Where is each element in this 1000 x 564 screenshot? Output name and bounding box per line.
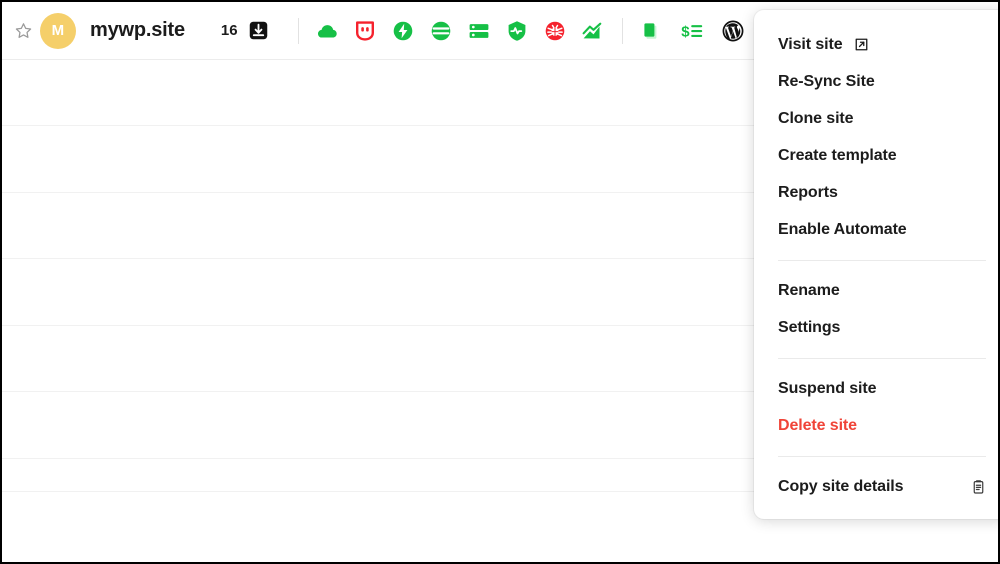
menu-item-clone-site[interactable]: Clone site [754,100,998,137]
cloud-icon[interactable] [315,18,340,43]
wordpress-icon[interactable] [721,18,746,43]
menu-item-rename[interactable]: Rename [754,272,998,309]
menu-item-create-template[interactable]: Create template [754,137,998,174]
menu-separator [778,260,986,261]
heartbeat-shield-icon[interactable] [505,18,530,43]
menu-item-label: Clone site [778,109,854,127]
menu-item-re-sync-site[interactable]: Re-Sync Site [754,63,998,100]
toolbar-divider [297,17,299,44]
menu-item-label: Delete site [778,416,857,434]
service-icon-group [315,18,606,43]
action-icon-group: $ [639,18,746,43]
svg-text:$: $ [681,23,690,40]
menu-item-delete-site[interactable]: Delete site [754,407,998,444]
avatar: M [40,12,76,49]
menu-item-visit-site[interactable]: Visit site [754,26,998,63]
site-context-menu[interactable]: Visit site Re-Sync Site Clone site Creat… [754,10,998,519]
lightning-bolt-circle-icon[interactable] [391,18,416,43]
menu-item-label: Enable Automate [778,220,907,238]
billing-list-icon[interactable]: $ [680,18,705,43]
server-rack-icon[interactable] [467,18,492,43]
menu-item-suspend-site[interactable]: Suspend site [754,370,998,407]
hamburger-circle-icon[interactable] [429,18,454,43]
toolbar-divider [621,17,623,44]
copy-pages-icon[interactable] [639,18,664,43]
shield-hat-icon[interactable] [353,18,378,43]
menu-item-reports[interactable]: Reports [754,174,998,211]
update-count: 16 [220,22,238,39]
menu-item-label: Rename [778,281,840,299]
menu-item-label: Copy site details [778,477,904,495]
menu-item-copy-site-details[interactable]: Copy site details [754,468,998,505]
menu-item-label: Settings [778,318,841,336]
menu-item-label: Reports [778,183,838,201]
download-box-icon[interactable] [248,20,270,42]
trending-up-icon[interactable] [581,18,606,43]
menu-item-settings[interactable]: Settings [754,309,998,346]
menu-item-label: Create template [778,146,897,164]
site-name[interactable]: mywp.site [90,19,185,42]
menu-separator [778,456,986,457]
clipboard-icon [971,479,986,495]
app-window: M mywp.site 16 $ Visit site Re-Sync Site… [0,0,1000,564]
bug-circle-icon[interactable] [543,18,568,43]
menu-item-label: Suspend site [778,379,877,397]
menu-item-label: Visit site [778,35,843,53]
favorite-star-icon[interactable] [10,18,36,44]
external-link-icon [854,37,869,52]
menu-item-enable-automate[interactable]: Enable Automate [754,211,998,248]
menu-separator [778,358,986,359]
menu-item-label: Re-Sync Site [778,72,875,90]
